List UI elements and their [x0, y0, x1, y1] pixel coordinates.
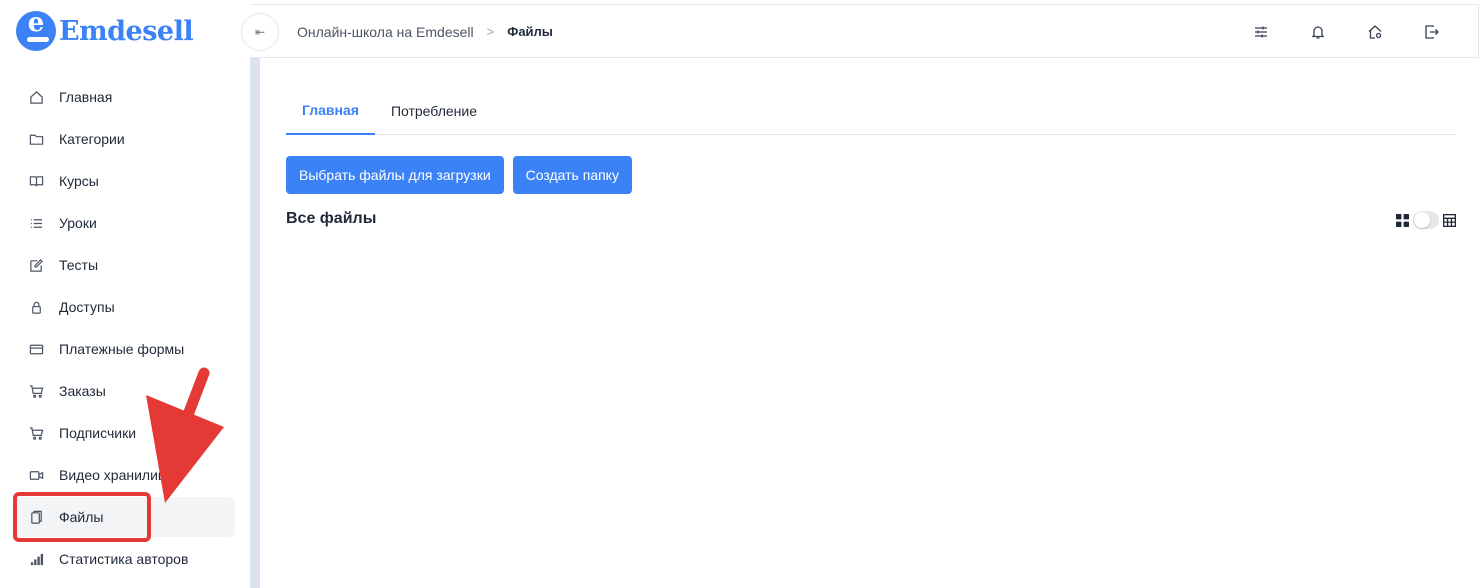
breadcrumb: Онлайн-школа на Emdesell > Файлы — [297, 5, 553, 58]
header-actions — [1232, 5, 1460, 58]
tab-bar: Главная Потребление — [286, 87, 1456, 135]
view-toggle[interactable] — [1396, 211, 1456, 229]
breadcrumb-separator: > — [486, 24, 495, 39]
sidebar-item-label: Платежные формы — [59, 341, 185, 357]
upload-files-button[interactable]: Выбрать файлы для загрузки — [286, 156, 504, 194]
list-icon — [28, 215, 44, 231]
sidebar-nav: Главная Категории Курсы Уроки Тесты Дост… — [14, 77, 235, 581]
sidebar-item-label: Доступы — [59, 299, 115, 315]
sidebar-item-video-storage[interactable]: Видео хранилище — [14, 455, 235, 495]
sidebar-item-tests[interactable]: Тесты — [14, 245, 235, 285]
home-settings-icon[interactable] — [1346, 24, 1403, 40]
view-toggle-switch[interactable] — [1413, 211, 1439, 229]
sliders-icon[interactable] — [1232, 24, 1289, 40]
table-view-icon[interactable] — [1443, 213, 1456, 227]
tab-main[interactable]: Главная — [286, 87, 375, 135]
collapse-sidebar-icon: ⇤ — [254, 25, 266, 39]
home-icon — [28, 89, 44, 105]
main-content: Главная Потребление Выбрать файлы для за… — [286, 58, 1456, 588]
breadcrumb-current: Файлы — [507, 24, 553, 39]
sidebar-item-courses[interactable]: Курсы — [14, 161, 235, 201]
logo-letter: e — [27, 11, 45, 38]
create-folder-button[interactable]: Создать папку — [512, 156, 632, 194]
sidebar-item-label: Уроки — [59, 215, 97, 231]
credit-card-icon — [28, 341, 44, 357]
brand-logo[interactable]: e Emdesell — [16, 11, 194, 51]
sidebar-item-categories[interactable]: Категории — [14, 119, 235, 159]
sidebar: e Emdesell Главная Категории Курсы Уроки… — [0, 0, 250, 588]
sidebar-item-label: Категории — [59, 131, 125, 147]
sidebar-item-label: Файлы — [59, 509, 104, 525]
folder-icon — [28, 131, 44, 147]
bell-icon[interactable] — [1289, 24, 1346, 40]
sidebar-item-subscribers[interactable]: Подписчики — [14, 413, 235, 453]
logo-icon: e — [16, 11, 56, 51]
lock-icon — [28, 299, 44, 315]
edit-icon — [28, 257, 44, 273]
sidebar-divider — [250, 58, 260, 588]
sidebar-item-label: Видео хранилище — [59, 467, 178, 483]
sidebar-item-label: Заказы — [59, 383, 106, 399]
tab-consumption[interactable]: Потребление — [375, 87, 493, 135]
view-toggle-knob — [1414, 212, 1430, 228]
top-header: ⇤ Онлайн-школа на Emdesell > Файлы — [241, 4, 1479, 58]
sidebar-item-author-stats[interactable]: Статистика авторов — [14, 539, 235, 579]
cart-icon — [28, 383, 44, 399]
sidebar-item-lessons[interactable]: Уроки — [14, 203, 235, 243]
sidebar-item-files[interactable]: Файлы — [14, 497, 235, 537]
file-icon — [28, 509, 44, 525]
breadcrumb-parent-link[interactable]: Онлайн-школа на Emdesell — [297, 24, 474, 40]
sidebar-item-label: Подписчики — [59, 425, 137, 441]
book-icon — [28, 173, 44, 189]
file-actions: Выбрать файлы для загрузки Создать папку — [286, 156, 641, 194]
grid-view-icon[interactable] — [1396, 213, 1409, 227]
sidebar-item-orders[interactable]: Заказы — [14, 371, 235, 411]
sidebar-item-label: Курсы — [59, 173, 99, 189]
logout-icon[interactable] — [1403, 24, 1460, 40]
section-title: Все файлы — [286, 210, 377, 227]
sidebar-item-label: Главная — [59, 89, 113, 105]
brand-name: Emdesell — [59, 15, 194, 47]
bar-chart-icon — [28, 551, 44, 567]
cart-icon — [28, 425, 44, 441]
sidebar-item-access[interactable]: Доступы — [14, 287, 235, 327]
sidebar-item-label: Статистика авторов — [59, 551, 189, 567]
sidebar-item-payment-forms[interactable]: Платежные формы — [14, 329, 235, 369]
sidebar-item-home[interactable]: Главная — [14, 77, 235, 117]
video-icon — [28, 467, 44, 483]
collapse-sidebar-button[interactable]: ⇤ — [241, 13, 279, 51]
sidebar-item-label: Тесты — [59, 257, 99, 273]
